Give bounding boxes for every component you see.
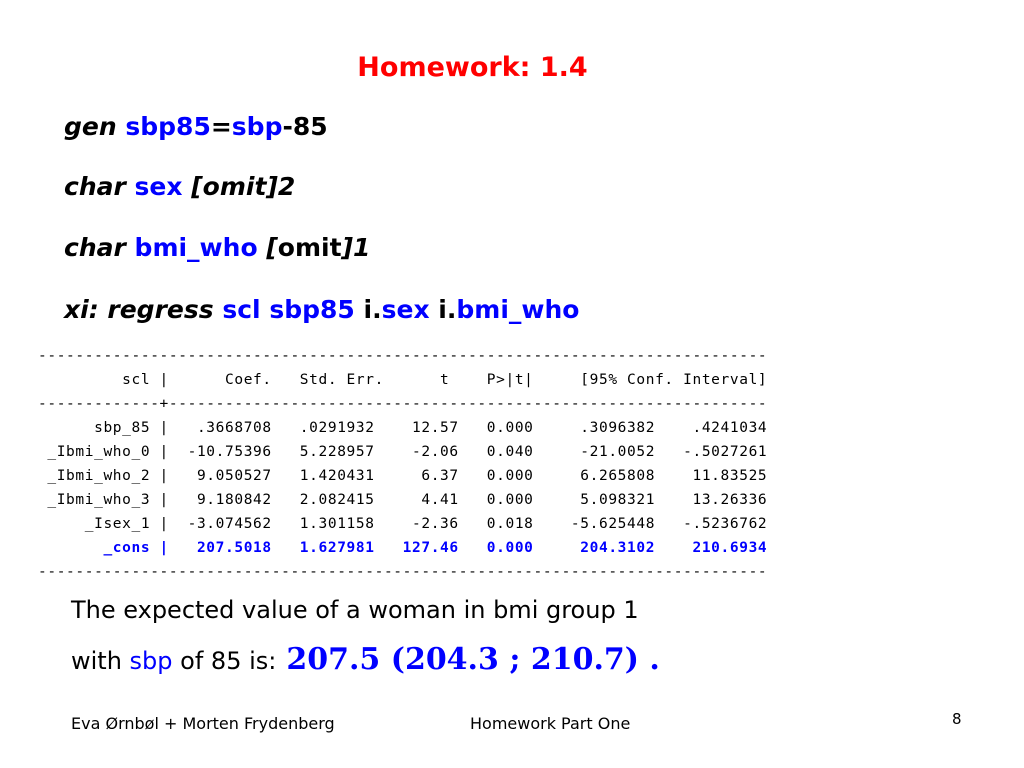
command-char-bmi: char bmi_who [omit]1: [64, 233, 370, 262]
table-row-cons: _cons | 207.5018 1.627981 127.46 0.000 2…: [38, 540, 768, 556]
command-text: [omit]2: [191, 172, 296, 201]
footer-author: Eva Ørnbøl + Morten Frydenberg: [71, 714, 335, 733]
variable-name: sbp: [231, 112, 283, 141]
command-text: omit: [277, 233, 342, 262]
variable-name: sbp85: [125, 112, 211, 141]
table-rule: ----------------------------------------…: [38, 564, 768, 580]
command-text: ]1: [341, 233, 371, 262]
result-value: 207.5 (204.3 ; 210.7) .: [286, 642, 660, 677]
table-row: _Ibmi_who_2 | 9.050527 1.420431 6.37 0.0…: [38, 468, 768, 484]
variable-name: sbp: [129, 647, 173, 675]
explanation-line: The expected value of a woman in bmi gro…: [71, 596, 639, 624]
table-row: sbp_85 | .3668708 .0291932 12.57 0.000 .…: [38, 420, 768, 436]
command-char-sex: char sex [omit]2: [64, 172, 295, 201]
command-keyword: xi: regress: [64, 295, 214, 324]
page-number: 8: [952, 710, 962, 728]
table-rule: ----------------------------------------…: [38, 348, 768, 364]
equals-sign: =: [210, 112, 232, 141]
command-gen: gen sbp85=sbp-85: [64, 112, 328, 141]
table-row: _Ibmi_who_0 | -10.75396 5.228957 -2.06 0…: [38, 444, 768, 460]
command-text: [: [266, 233, 278, 262]
table-separator: -------------+--------------------------…: [38, 396, 768, 412]
table-row: _Isex_1 | -3.074562 1.301158 -2.36 0.018…: [38, 516, 768, 532]
command-keyword: char: [64, 233, 126, 262]
explanation-text: of 85 is:: [172, 647, 277, 675]
variable-name: sex: [381, 295, 430, 324]
command-text: i.: [438, 295, 457, 324]
variable-name: bmi_who: [134, 233, 258, 262]
command-text: i.: [363, 295, 382, 324]
variable-name: sbp85: [269, 295, 355, 324]
regression-output: ----------------------------------------…: [38, 344, 767, 584]
explanation-line: with sbp of 85 is: 207.5 (204.3 ; 210.7) …: [71, 642, 660, 677]
command-keyword: gen: [64, 112, 117, 141]
slide-title: Homework: 1.4: [357, 52, 588, 83]
footer-subject: Homework Part One: [470, 714, 631, 733]
command-keyword: char: [64, 172, 126, 201]
command-text: -85: [282, 112, 328, 141]
variable-name: scl: [222, 295, 261, 324]
variable-name: sex: [134, 172, 183, 201]
variable-name: bmi_who: [456, 295, 580, 324]
explanation-text: with: [71, 647, 130, 675]
command-regress: xi: regress scl sbp85 i.sex i.bmi_who: [64, 295, 579, 324]
table-header: scl | Coef. Std. Err. t P>|t| [95% Conf.…: [38, 372, 768, 388]
table-row: _Ibmi_who_3 | 9.180842 2.082415 4.41 0.0…: [38, 492, 768, 508]
